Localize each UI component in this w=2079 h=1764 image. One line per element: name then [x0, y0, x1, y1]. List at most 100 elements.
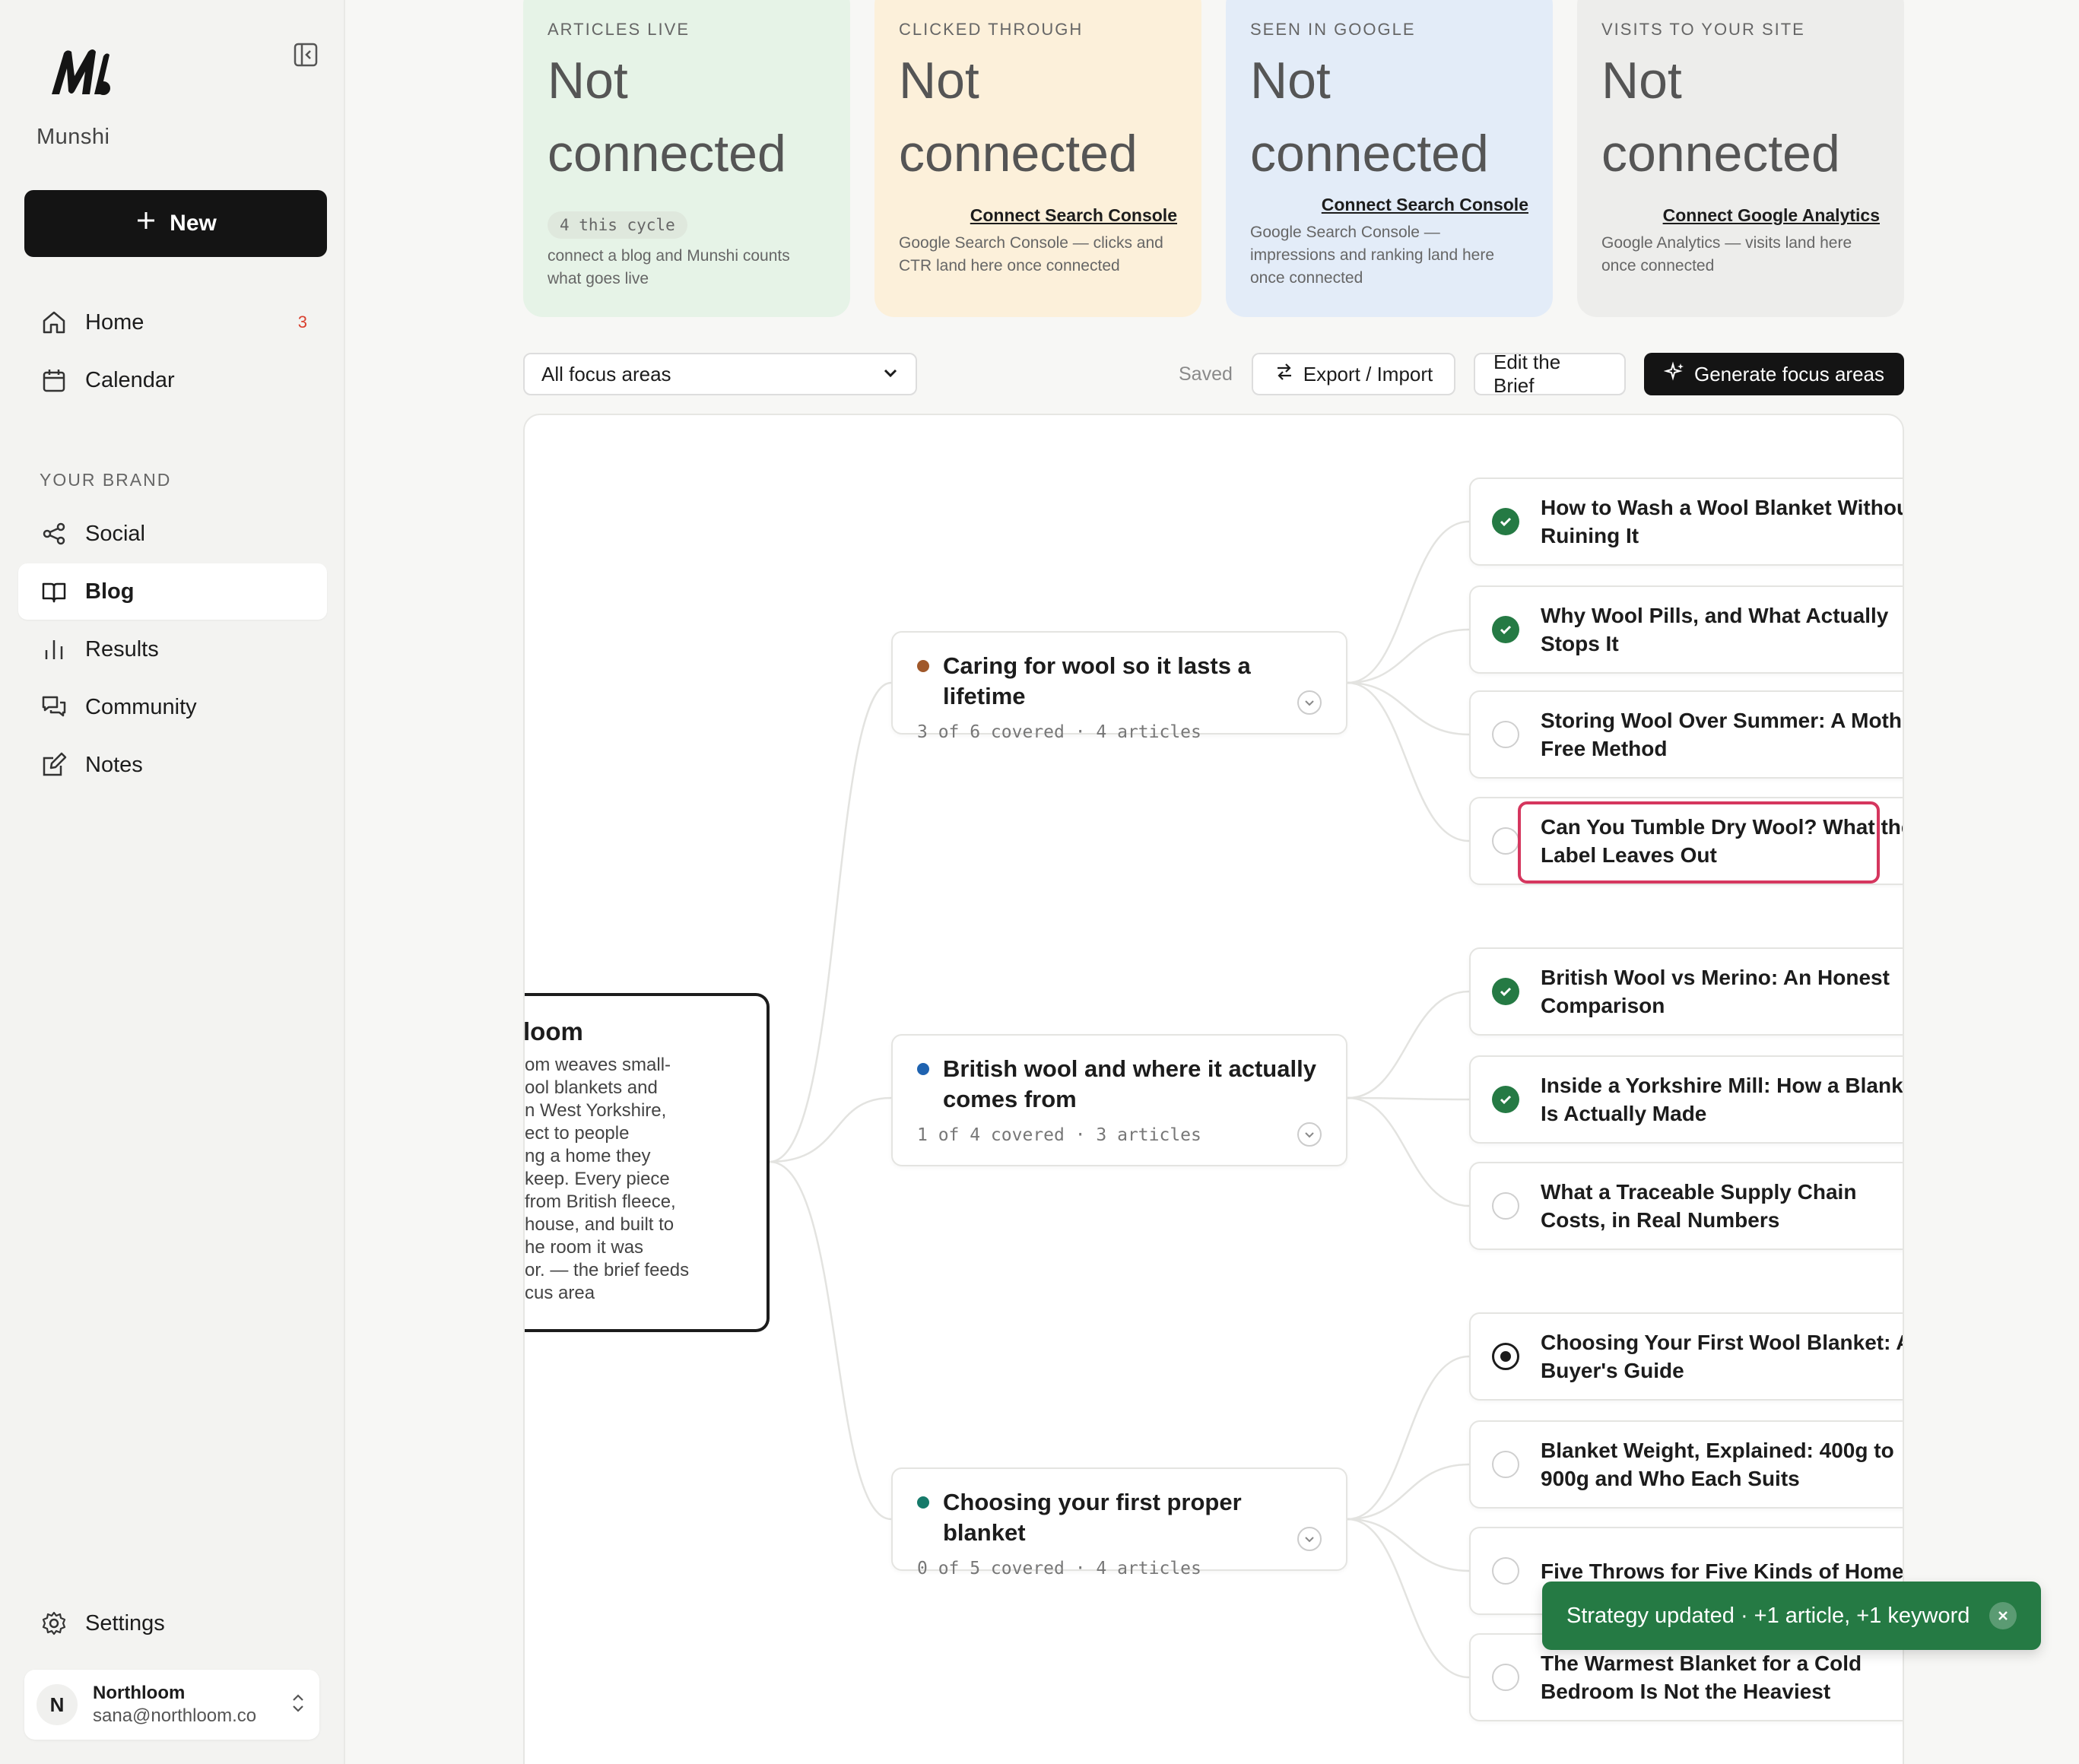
focus-area-meta: 1 of 4 covered · 3 articles	[917, 1125, 1201, 1145]
stat-value: Not connected	[1250, 52, 1489, 182]
brand-name: Munshi	[37, 125, 110, 149]
article-title: Choosing Your First Wool Blanket: A Buye…	[1541, 1331, 1904, 1382]
sidebar-item-blog[interactable]: Blog	[18, 563, 327, 620]
connect-search-console-link[interactable]: Connect Search Console	[1250, 195, 1528, 215]
munshi-logo[interactable]	[47, 46, 116, 99]
collapse-sidebar-icon[interactable]	[290, 40, 321, 70]
focus-area-meta: 0 of 5 covered · 4 articles	[917, 1559, 1201, 1578]
sidebar-item-notes[interactable]: Notes	[18, 737, 327, 793]
stat-card-clicked-through: CLICKED THROUGH Not connected Connect Se…	[874, 0, 1201, 317]
connect-google-analytics-link[interactable]: Connect Google Analytics	[1601, 205, 1880, 226]
calendar-icon	[38, 364, 70, 396]
article-node[interactable]: Storing Wool Over Summer: A Moth-Free Me…	[1469, 690, 1903, 779]
section-label: YOUR BRAND	[40, 470, 172, 490]
toast-notification: Strategy updated · +1 article, +1 keywor…	[1542, 1582, 2041, 1650]
focus-color-dot	[917, 1063, 929, 1075]
stat-value: Not connected	[1601, 52, 1840, 182]
sidebar-item-results[interactable]: Results	[18, 621, 327, 677]
stat-card-visits: VISITS TO YOUR SITE Not connected Connec…	[1577, 0, 1904, 317]
focus-area-select-value: All focus areas	[541, 362, 671, 385]
stat-note: Google Search Console — impressions and …	[1250, 224, 1495, 287]
article-node[interactable]: How to Wash a Wool Blanket Without Ruini…	[1469, 477, 1903, 566]
article-title: What a Traceable Supply Chain Costs, in …	[1541, 1180, 1857, 1232]
stat-label: CLICKED THROUGH	[899, 20, 1084, 39]
sidebar-item-label: Home	[85, 309, 144, 335]
focus-area-title: Caring for wool so it lasts a lifetime	[943, 652, 1251, 709]
sidebar-item-label: Community	[85, 694, 197, 719]
sidebar-item-calendar[interactable]: Calendar	[18, 352, 327, 408]
sidebar-item-settings[interactable]: Settings	[18, 1595, 327, 1651]
article-node[interactable]: British Wool vs Merino: An Honest Compar…	[1469, 947, 1903, 1036]
sidebar-item-community[interactable]: Community	[18, 679, 327, 735]
in-progress-icon	[1492, 1343, 1519, 1370]
stat-card-articles-live: ARTICLES LIVE Not connected 4 this cycle…	[523, 0, 850, 317]
account-name: Northloom	[93, 1683, 186, 1703]
sidebar-item-label: Blog	[85, 579, 135, 604]
focus-area-node[interactable]: Choosing your first proper blanket 0 of …	[891, 1467, 1347, 1578]
article-node[interactable]: What a Traceable Supply Chain Costs, in …	[1469, 1162, 1903, 1250]
expand-chevron-icon[interactable]	[1297, 1122, 1322, 1147]
article-title: British Wool vs Merino: An Honest Compar…	[1541, 966, 1890, 1017]
new-button[interactable]: New	[24, 190, 327, 257]
sidebar-item-social[interactable]: Social	[18, 506, 327, 562]
focus-area-node[interactable]: British wool and where it actually comes…	[891, 1034, 1347, 1166]
plus-icon	[135, 209, 157, 238]
article-node[interactable]: Inside a Yorkshire Mill: How a Blanket I…	[1469, 1055, 1904, 1144]
sidebar-item-label: Calendar	[85, 367, 175, 392]
expand-chevron-icon[interactable]	[1297, 690, 1322, 715]
connect-search-console-link[interactable]: Connect Search Console	[899, 205, 1177, 226]
article-node[interactable]: Blanket Weight, Explained: 400g to 900g …	[1469, 1420, 1903, 1509]
new-button-label: New	[170, 211, 217, 236]
article-node[interactable]: Why Wool Pills, and What Actually Stops …	[1469, 585, 1903, 674]
account-email: sana@northloom.co	[93, 1705, 257, 1726]
check-icon	[1492, 508, 1519, 535]
share-icon	[38, 518, 70, 550]
stat-card-seen-in-google: SEEN IN GOOGLE Not connected Connect Sea…	[1226, 0, 1553, 317]
focus-area-title: Choosing your first proper blanket	[943, 1489, 1242, 1546]
brief-node[interactable]: loom om weaves small- ool blankets and n…	[525, 993, 770, 1332]
expand-chevron-icon[interactable]	[1297, 1527, 1322, 1551]
stat-label: VISITS TO YOUR SITE	[1601, 20, 1805, 39]
export-import-button[interactable]: Export / Import	[1252, 353, 1455, 395]
stat-label: SEEN IN GOOGLE	[1250, 20, 1416, 39]
stat-note: connect a blog and Munshi counts what go…	[548, 247, 790, 287]
generate-focus-areas-button[interactable]: Generate focus areas	[1644, 353, 1904, 395]
article-title: Inside a Yorkshire Mill: How a Blanket I…	[1541, 1074, 1904, 1125]
swap-icon	[1274, 362, 1294, 387]
article-title: Blanket Weight, Explained: 400g to 900g …	[1541, 1439, 1894, 1490]
account-switcher[interactable]: N Northloom sana@northloom.co	[24, 1670, 319, 1740]
focus-area-node[interactable]: Caring for wool so it lasts a lifetime 3…	[891, 631, 1347, 742]
bar-chart-icon	[38, 633, 70, 665]
article-title: Five Throws for Five Kinds of Homes	[1541, 1559, 1904, 1583]
cycle-pill: 4 this cycle	[548, 211, 687, 239]
focus-area-select[interactable]: All focus areas	[523, 353, 917, 395]
empty-circle-icon	[1492, 1664, 1519, 1691]
avatar: N	[37, 1684, 78, 1725]
edit-brief-label: Edit the Brief	[1493, 351, 1561, 397]
sidebar-item-label: Social	[85, 521, 145, 546]
article-node[interactable]: Choosing Your First Wool Blanket: A Buye…	[1469, 1312, 1904, 1401]
empty-circle-icon	[1492, 1557, 1519, 1585]
strategy-map-canvas[interactable]: loom om weaves small- ool blankets and n…	[523, 414, 1904, 1764]
toast-message: Strategy updated · +1 article, +1 keywor…	[1566, 1603, 1970, 1628]
empty-circle-icon	[1492, 1451, 1519, 1478]
sidebar-item-label: Results	[85, 636, 159, 662]
focus-color-dot	[917, 1496, 929, 1509]
stat-note: Google Search Console — clicks and CTR l…	[899, 234, 1163, 274]
brief-text: om weaves small- ool blankets and n West…	[525, 1055, 690, 1303]
selection-highlight	[1518, 801, 1880, 884]
chat-icon	[38, 691, 70, 723]
empty-circle-icon	[1492, 827, 1519, 855]
sidebar-item-home[interactable]: Home 3	[18, 294, 327, 351]
article-title: The Warmest Blanket for a Cold Bedroom I…	[1541, 1651, 1862, 1703]
saved-status: Saved	[1179, 363, 1233, 385]
export-import-label: Export / Import	[1303, 362, 1433, 385]
brief-title: loom	[525, 1017, 583, 1045]
article-title: Why Wool Pills, and What Actually Stops …	[1541, 604, 1889, 655]
focus-area-meta: 3 of 6 covered · 4 articles	[917, 722, 1201, 742]
edit-brief-button[interactable]: Edit the Brief	[1474, 351, 1626, 397]
close-icon[interactable]	[1989, 1602, 2017, 1629]
stat-value: Not connected	[548, 52, 786, 182]
sidebar: Munshi New Home 3 Calendar YOUR BRAND So…	[0, 0, 345, 1764]
chevron-down-icon	[882, 363, 899, 386]
